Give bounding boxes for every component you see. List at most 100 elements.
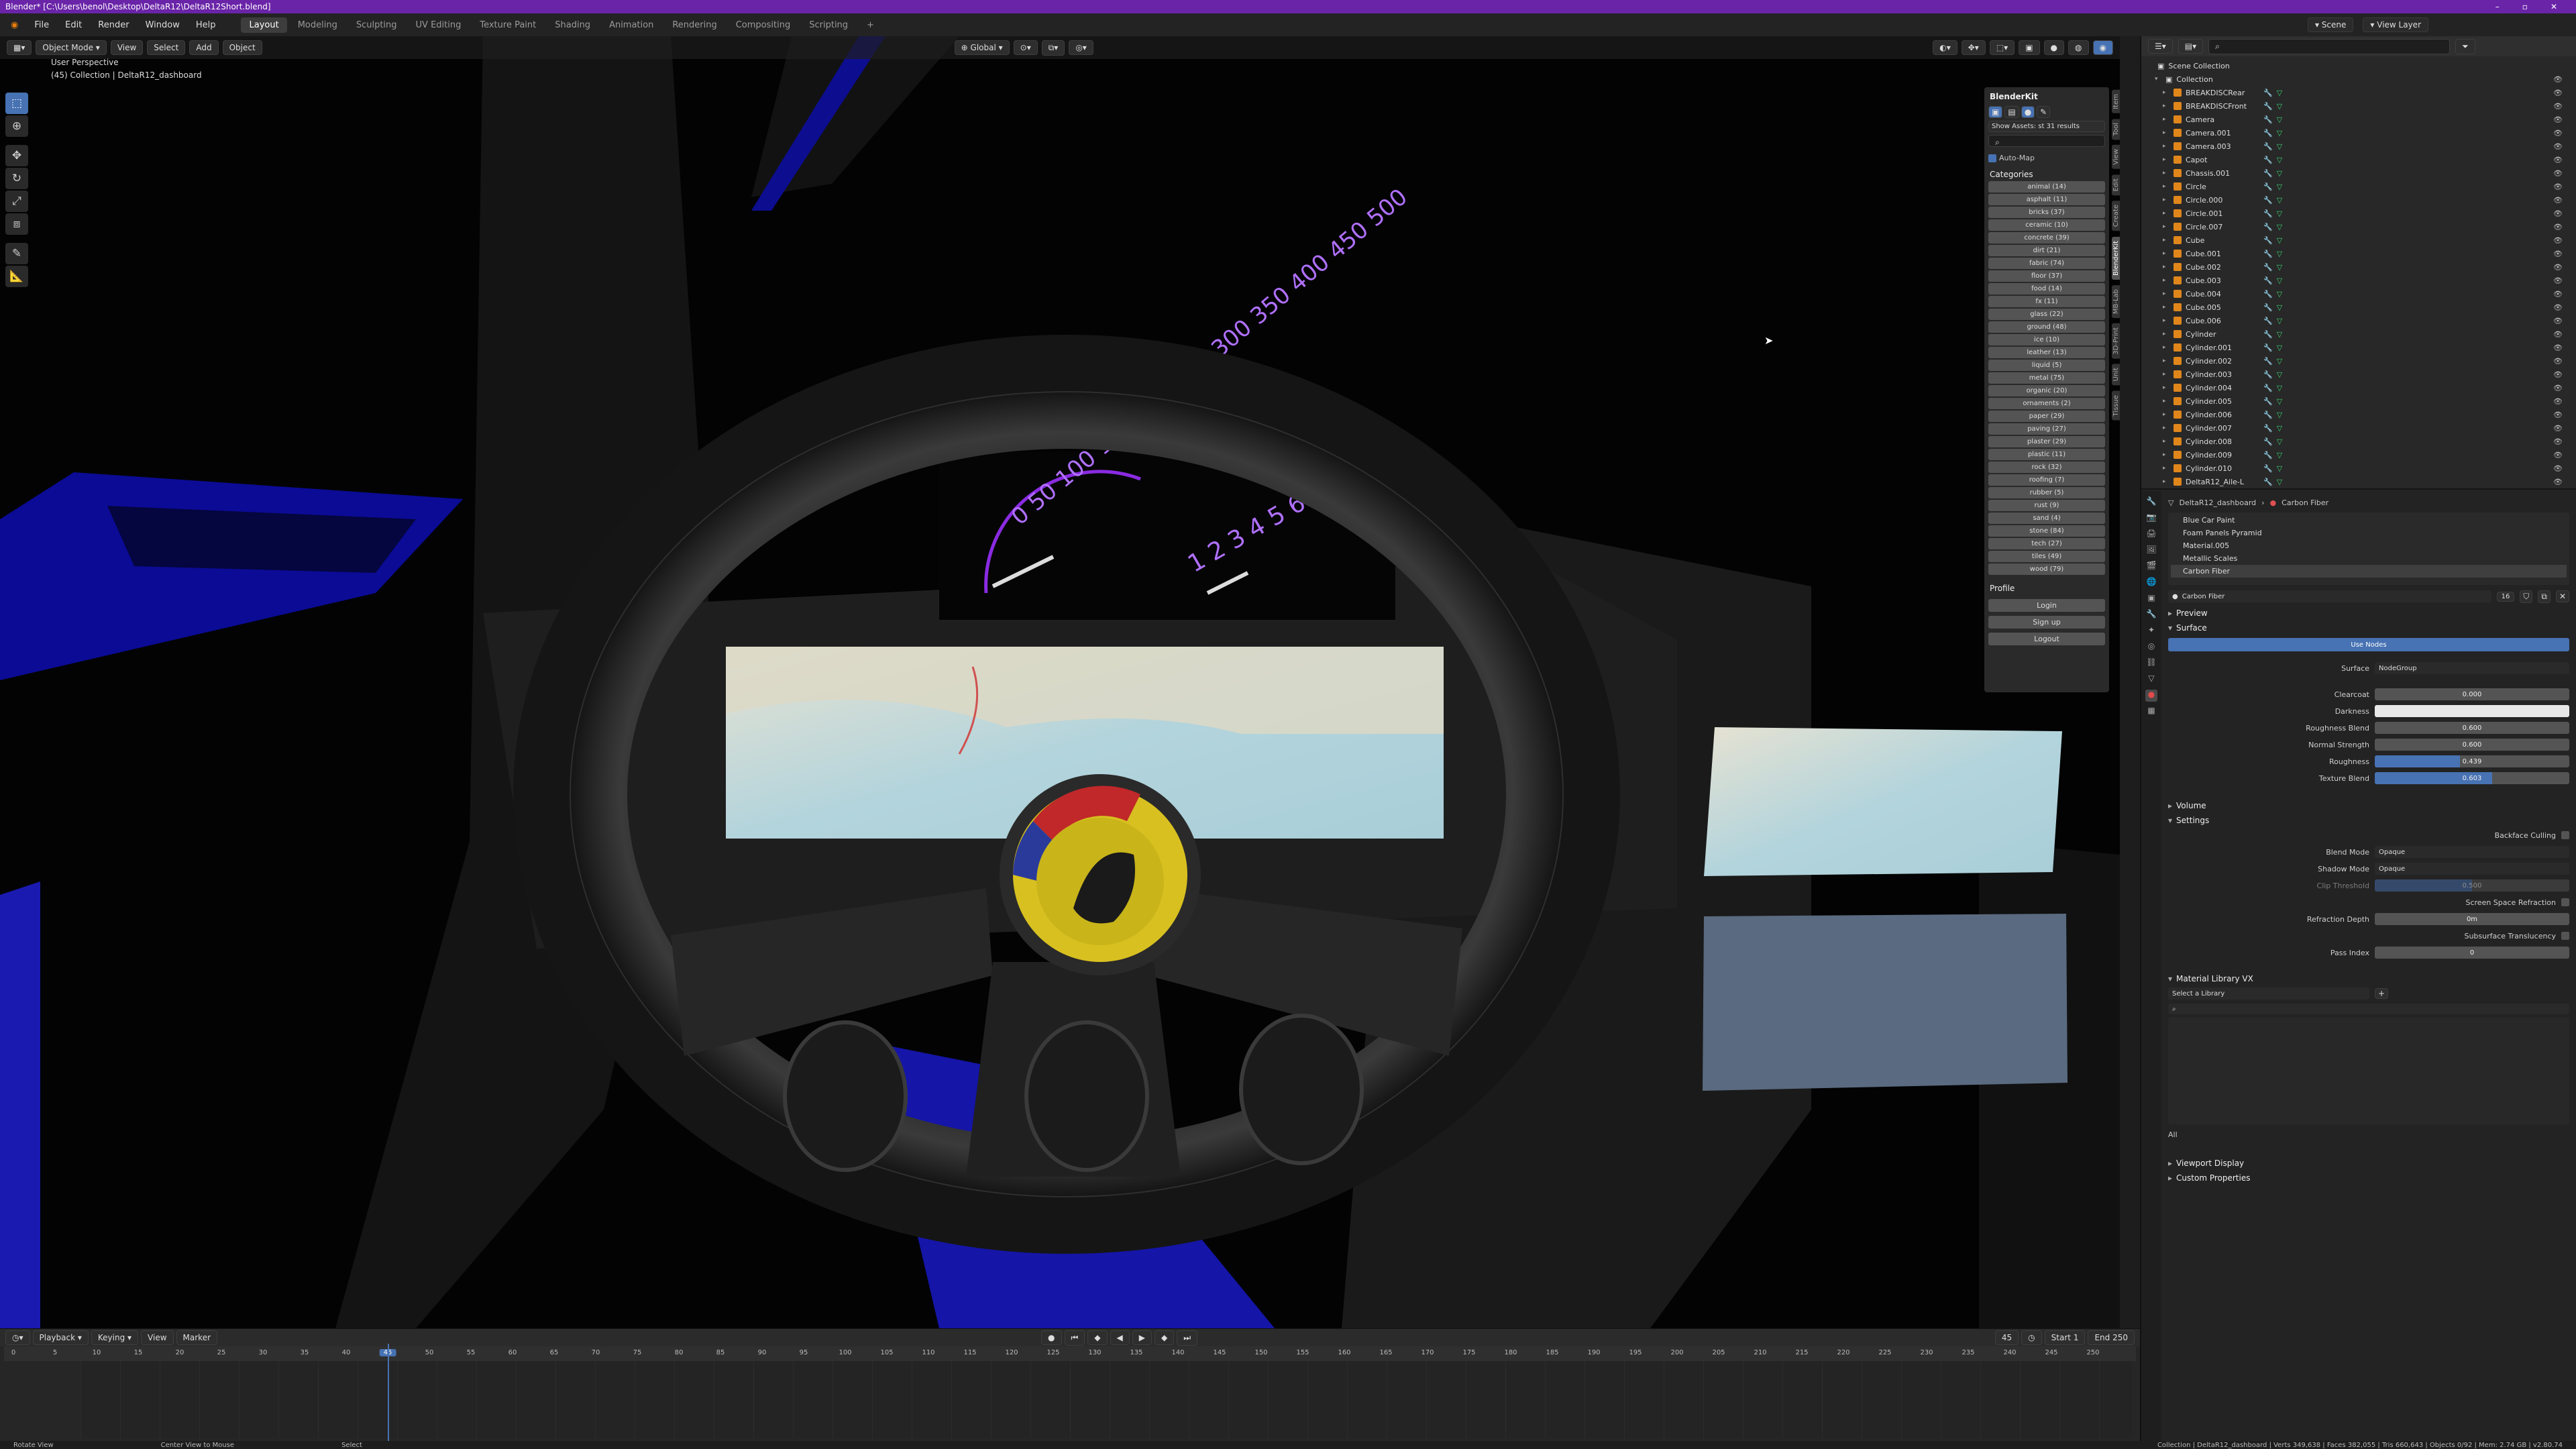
overlay-icon[interactable]: ⬚▾ <box>1989 40 2015 55</box>
physics-properties-icon[interactable]: ◎ <box>2145 641 2157 653</box>
eye-icon[interactable]: 👁 <box>2553 411 2563 419</box>
scene-properties-icon[interactable]: 🎬 <box>2145 561 2157 573</box>
viewport-menu-add[interactable]: Add <box>189 40 219 55</box>
blenderkit-search-input[interactable]: ⌕ <box>1988 135 2105 147</box>
eye-icon[interactable]: 👁 <box>2553 317 2563 325</box>
category-button[interactable]: plaster (29) <box>1988 436 2105 447</box>
category-button[interactable]: wood (79) <box>1988 564 2105 575</box>
tab-create[interactable]: Create <box>2112 201 2120 231</box>
outliner-object-row[interactable]: ▸ Capot 🔧 ▽ 👁 <box>2147 153 2571 166</box>
shader-param-slider[interactable]: 0.603 <box>2375 772 2569 784</box>
3d-viewport[interactable]: 0 50 100 150 200 250 300 350 400 450 500… <box>0 36 2120 1328</box>
viewport-menu-object[interactable]: Object <box>222 40 262 55</box>
add-library-icon[interactable]: + <box>2375 988 2389 999</box>
outliner-object-row[interactable]: ▸ Camera.001 🔧 ▽ 👁 <box>2147 126 2571 140</box>
outliner-object-row[interactable]: ▸ Cylinder 🔧 ▽ 👁 <box>2147 327 2571 341</box>
snap-icon[interactable]: ⧉▾ <box>1041 40 1065 56</box>
shading-solid-icon[interactable]: ● <box>2043 40 2065 55</box>
add-workspace-icon[interactable]: + <box>859 17 882 33</box>
editor-type-icon[interactable]: ▦▾ <box>7 40 32 55</box>
outliner-object-row[interactable]: ▸ Cube.002 🔧 ▽ 👁 <box>2147 260 2571 274</box>
next-keyframe-icon[interactable]: ◆ <box>1155 1330 1175 1345</box>
eye-icon[interactable]: 👁 <box>2553 397 2563 406</box>
expand-arrow-icon[interactable]: ▸ <box>2163 290 2169 297</box>
outliner-object-row[interactable]: ▸ Cylinder.003 🔧 ▽ 👁 <box>2147 368 2571 381</box>
use-nodes-button[interactable]: Use Nodes <box>2168 638 2569 651</box>
settings-section[interactable]: Settings <box>2168 813 2569 828</box>
duplicate-material-icon[interactable]: ⧉ <box>2538 590 2551 603</box>
category-button[interactable]: tiles (49) <box>1988 551 2105 562</box>
eye-icon[interactable]: 👁 <box>2553 478 2563 486</box>
expand-arrow-icon[interactable]: ▸ <box>2163 116 2169 123</box>
output-properties-icon[interactable]: 🖨 <box>2145 529 2157 541</box>
eye-icon[interactable]: 👁 <box>2553 115 2563 124</box>
material-slot-list[interactable]: Blue Car Paint Foam Panels Pyramid Mater… <box>2168 513 2569 585</box>
eye-icon[interactable]: 👁 <box>2553 89 2563 97</box>
play-icon[interactable]: ▶ <box>1132 1330 1152 1345</box>
start-frame-field[interactable]: Start 1 <box>2044 1330 2086 1345</box>
outliner-object-row[interactable]: ▸ Cylinder.004 🔧 ▽ 👁 <box>2147 381 2571 394</box>
menu-edit[interactable]: Edit <box>58 17 89 33</box>
minimize-icon[interactable]: – <box>2496 2 2500 11</box>
eye-icon[interactable]: 👁 <box>2553 75 2563 84</box>
eye-icon[interactable]: 👁 <box>2553 330 2563 339</box>
category-button[interactable]: sand (4) <box>1988 513 2105 524</box>
timeline-menu-playback[interactable]: Playback ▾ <box>32 1330 89 1345</box>
measure-icon[interactable]: 📐 <box>5 266 28 287</box>
category-button[interactable]: plastic (11) <box>1988 449 2105 460</box>
eye-icon[interactable]: 👁 <box>2553 370 2563 379</box>
outliner[interactable]: ☰▾ ▤▾ ⌕ ⏷ ▣ Scene Collection ▾ ▣ Collection… <box>2141 36 2576 490</box>
eye-icon[interactable]: 👁 <box>2553 209 2563 218</box>
category-button[interactable]: ground (48) <box>1988 321 2105 333</box>
view-layer-selector[interactable]: ▾ View Layer <box>2363 17 2428 32</box>
category-button[interactable]: dirt (21) <box>1988 245 2105 256</box>
blender-logo-icon[interactable]: ◉ <box>4 17 25 33</box>
transform-orientation-dropdown[interactable]: ⊕ Global ▾ <box>954 40 1010 55</box>
menu-help[interactable]: Help <box>189 17 223 33</box>
tab-tissue[interactable]: Tissue <box>2112 390 2120 421</box>
timeline-menu-view[interactable]: View <box>141 1330 174 1345</box>
outliner-object-row[interactable]: ▸ DeltaR12_Aile-L 🔧 ▽ 👁 <box>2147 475 2571 488</box>
eye-icon[interactable]: 👁 <box>2553 102 2563 111</box>
gizmo-icon[interactable]: ✥▾ <box>1961 40 1986 55</box>
auto-map-checkbox[interactable] <box>1988 154 1996 162</box>
material-slot[interactable]: Metallic Scales <box>2171 552 2567 565</box>
expand-arrow-icon[interactable]: ▸ <box>2163 250 2169 257</box>
outliner-object-row[interactable]: ▸ Cylinder.008 🔧 ▽ 👁 <box>2147 435 2571 448</box>
constraints-properties-icon[interactable]: ⛓ <box>2145 657 2157 669</box>
outliner-object-row[interactable]: ▸ Camera.003 🔧 ▽ 👁 <box>2147 140 2571 153</box>
eye-icon[interactable]: 👁 <box>2553 263 2563 272</box>
data-properties-icon[interactable]: ▽ <box>2145 674 2157 686</box>
cursor-icon[interactable]: ⊕ <box>5 115 28 137</box>
expand-arrow-icon[interactable]: ▸ <box>2163 183 2169 190</box>
surface-shader-dropdown[interactable]: NodeGroup <box>2375 662 2569 674</box>
expand-arrow-icon[interactable]: ▸ <box>2163 411 2169 418</box>
end-frame-field[interactable]: End 250 <box>2088 1330 2135 1345</box>
collection-row[interactable]: ▾ ▣ Collection 👁 <box>2147 72 2571 86</box>
category-button[interactable]: floor (37) <box>1988 270 2105 282</box>
shader-param-slider[interactable]: 0.600 <box>2375 739 2569 751</box>
eye-icon[interactable]: 👁 <box>2553 290 2563 299</box>
tab-unit[interactable]: Unit <box>2112 364 2120 386</box>
timeline-menu-keying[interactable]: Keying ▾ <box>91 1330 139 1345</box>
expand-arrow-icon[interactable]: ▸ <box>2163 170 2169 176</box>
modifier-properties-icon[interactable]: 🔧 <box>2145 609 2157 621</box>
eye-icon[interactable]: 👁 <box>2553 142 2563 151</box>
expand-arrow-icon[interactable]: ▸ <box>2163 156 2169 163</box>
outliner-object-row[interactable]: ▸ Cylinder.006 🔧 ▽ 👁 <box>2147 408 2571 421</box>
outliner-object-row[interactable]: ▸ Circle.007 🔧 ▽ 👁 <box>2147 220 2571 233</box>
category-button[interactable]: bricks (37) <box>1988 207 2105 218</box>
show-assets-toggle[interactable]: Show Assets: st 31 results <box>1988 121 2105 132</box>
xray-icon[interactable]: ▣ <box>2019 40 2040 55</box>
tab-mb-lab[interactable]: MB-Lab <box>2112 284 2120 318</box>
preview-section[interactable]: Preview <box>2168 606 2569 621</box>
eye-icon[interactable]: 👁 <box>2553 451 2563 460</box>
object-properties-icon[interactable]: ▣ <box>2145 593 2157 605</box>
viewport-menu-select[interactable]: Select <box>147 40 186 55</box>
tab-rendering[interactable]: Rendering <box>664 17 724 33</box>
tab-scripting[interactable]: Scripting <box>801 17 856 33</box>
timeline-editor-type-icon[interactable]: ◷▾ <box>5 1330 30 1345</box>
tab-3d-print[interactable]: 3D-Print <box>2112 323 2120 359</box>
custom-properties-section[interactable]: Custom Properties <box>2168 1171 2569 1185</box>
eye-icon[interactable]: 👁 <box>2553 424 2563 433</box>
